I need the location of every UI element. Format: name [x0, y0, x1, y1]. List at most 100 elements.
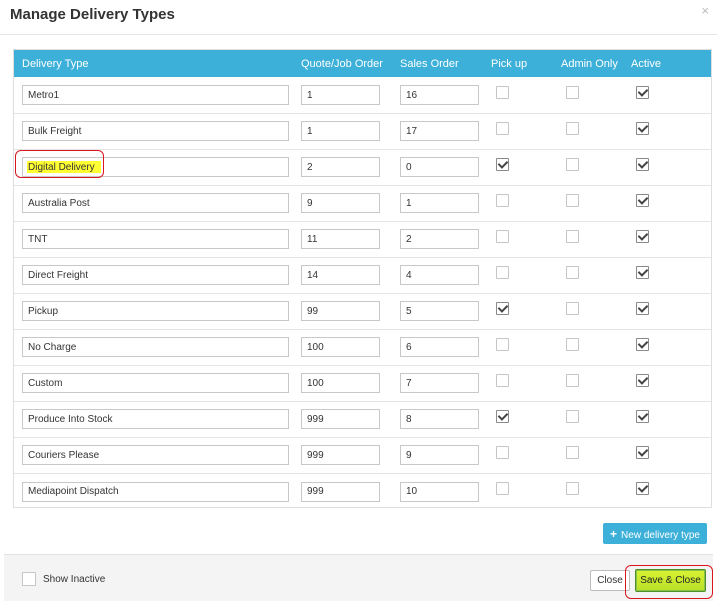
- pick-up-checkbox[interactable]: [496, 266, 509, 279]
- cell-delivery-type: [14, 77, 293, 113]
- active-checkbox[interactable]: [636, 446, 649, 459]
- admin-only-checkbox[interactable]: [566, 482, 579, 496]
- delivery-type-name-input[interactable]: [22, 445, 289, 466]
- sales-order-input[interactable]: [400, 301, 479, 322]
- admin-only-checkbox[interactable]: [566, 338, 579, 351]
- sales-order-input[interactable]: [400, 121, 479, 142]
- pick-up-checkbox[interactable]: [496, 446, 509, 459]
- sales-order-input[interactable]: [400, 337, 479, 358]
- cell-quote-job-order: [293, 113, 392, 149]
- active-checkbox[interactable]: [636, 338, 649, 351]
- close-icon[interactable]: ×: [701, 3, 709, 18]
- sales-order-input[interactable]: [400, 193, 479, 214]
- cell-pick-up: [483, 113, 553, 149]
- cell-admin-only: [553, 293, 623, 329]
- save-and-close-button[interactable]: Save & Close: [635, 569, 706, 592]
- delivery-type-name-input[interactable]: [22, 409, 289, 430]
- delivery-type-name-input[interactable]: [22, 301, 289, 322]
- admin-only-checkbox[interactable]: [566, 302, 579, 315]
- pick-up-checkbox[interactable]: [496, 482, 509, 496]
- admin-only-checkbox[interactable]: [566, 194, 579, 207]
- pick-up-checkbox[interactable]: [496, 122, 509, 135]
- sales-order-input[interactable]: [400, 481, 479, 502]
- sales-order-input[interactable]: [400, 373, 479, 394]
- admin-only-checkbox[interactable]: [566, 266, 579, 279]
- admin-only-checkbox[interactable]: [566, 446, 579, 459]
- active-checkbox[interactable]: [636, 482, 649, 496]
- active-checkbox[interactable]: [636, 85, 649, 99]
- cell-admin-only: [553, 365, 623, 401]
- cell-admin-only: [553, 437, 623, 473]
- active-checkbox[interactable]: [636, 122, 649, 135]
- admin-only-checkbox[interactable]: [566, 158, 579, 171]
- pick-up-checkbox[interactable]: [496, 302, 509, 315]
- cell-sales-order: [392, 77, 483, 113]
- cell-pick-up: [483, 293, 553, 329]
- cell-admin-only: [553, 185, 623, 221]
- cell-pick-up: [483, 329, 553, 365]
- cell-quote-job-order: [293, 257, 392, 293]
- quote-job-order-input[interactable]: [301, 445, 380, 466]
- active-checkbox[interactable]: [636, 410, 649, 423]
- active-checkbox[interactable]: [636, 266, 649, 279]
- quote-job-order-input[interactable]: [301, 229, 380, 250]
- table-row: [14, 473, 711, 509]
- quote-job-order-input[interactable]: [301, 157, 380, 178]
- delivery-type-name-input[interactable]: [22, 85, 289, 105]
- delivery-type-name-input[interactable]: [22, 337, 289, 358]
- delivery-type-name-input[interactable]: [22, 229, 289, 250]
- column-header-delivery-type: Delivery Type: [22, 57, 89, 70]
- admin-only-checkbox[interactable]: [566, 410, 579, 423]
- delivery-type-name-input[interactable]: [22, 481, 289, 502]
- cell-quote-job-order: [293, 77, 392, 113]
- quote-job-order-input[interactable]: [301, 193, 380, 214]
- delivery-type-name-input[interactable]: [22, 193, 289, 214]
- cell-sales-order: [392, 329, 483, 365]
- active-checkbox[interactable]: [636, 158, 649, 171]
- quote-job-order-input[interactable]: [301, 265, 380, 286]
- admin-only-checkbox[interactable]: [566, 122, 579, 135]
- admin-only-checkbox[interactable]: [566, 374, 579, 387]
- cell-active: [623, 437, 711, 473]
- pick-up-checkbox[interactable]: [496, 158, 509, 171]
- delivery-type-name-input[interactable]: [22, 373, 289, 394]
- quote-job-order-input[interactable]: [301, 85, 380, 105]
- sales-order-input[interactable]: [400, 445, 479, 466]
- pick-up-checkbox[interactable]: [496, 194, 509, 207]
- show-inactive-checkbox[interactable]: [22, 572, 36, 586]
- sales-order-input[interactable]: [400, 265, 479, 286]
- delivery-type-name-input[interactable]: [22, 121, 289, 142]
- new-delivery-type-button[interactable]: + New delivery type: [603, 523, 707, 544]
- cell-active: [623, 221, 711, 257]
- pick-up-checkbox[interactable]: [496, 230, 509, 243]
- quote-job-order-input[interactable]: [301, 409, 380, 430]
- quote-job-order-input[interactable]: [301, 373, 380, 394]
- pick-up-checkbox[interactable]: [496, 410, 509, 423]
- quote-job-order-input[interactable]: [301, 121, 380, 142]
- pick-up-checkbox[interactable]: [496, 85, 509, 99]
- active-checkbox[interactable]: [636, 230, 649, 243]
- active-checkbox[interactable]: [636, 194, 649, 207]
- delivery-type-name-input[interactable]: [22, 157, 289, 178]
- cell-active: [623, 77, 711, 113]
- pick-up-checkbox[interactable]: [496, 374, 509, 387]
- cell-delivery-type: [14, 149, 293, 185]
- quote-job-order-input[interactable]: [301, 481, 380, 502]
- active-checkbox[interactable]: [636, 302, 649, 315]
- admin-only-checkbox[interactable]: [566, 230, 579, 243]
- sales-order-input[interactable]: [400, 157, 479, 178]
- sales-order-input[interactable]: [400, 85, 479, 105]
- admin-only-checkbox[interactable]: [566, 85, 579, 99]
- sales-order-input[interactable]: [400, 229, 479, 250]
- column-header-sales-order: Sales Order: [400, 57, 459, 70]
- close-button[interactable]: Close: [590, 570, 630, 591]
- cell-quote-job-order: [293, 221, 392, 257]
- modal-header: Manage Delivery Types ×: [0, 0, 717, 35]
- pick-up-checkbox[interactable]: [496, 338, 509, 351]
- active-checkbox[interactable]: [636, 374, 649, 387]
- sales-order-input[interactable]: [400, 409, 479, 430]
- delivery-type-name-input[interactable]: [22, 265, 289, 286]
- show-inactive-toggle[interactable]: Show Inactive: [22, 572, 105, 586]
- quote-job-order-input[interactable]: [301, 301, 380, 322]
- quote-job-order-input[interactable]: [301, 337, 380, 358]
